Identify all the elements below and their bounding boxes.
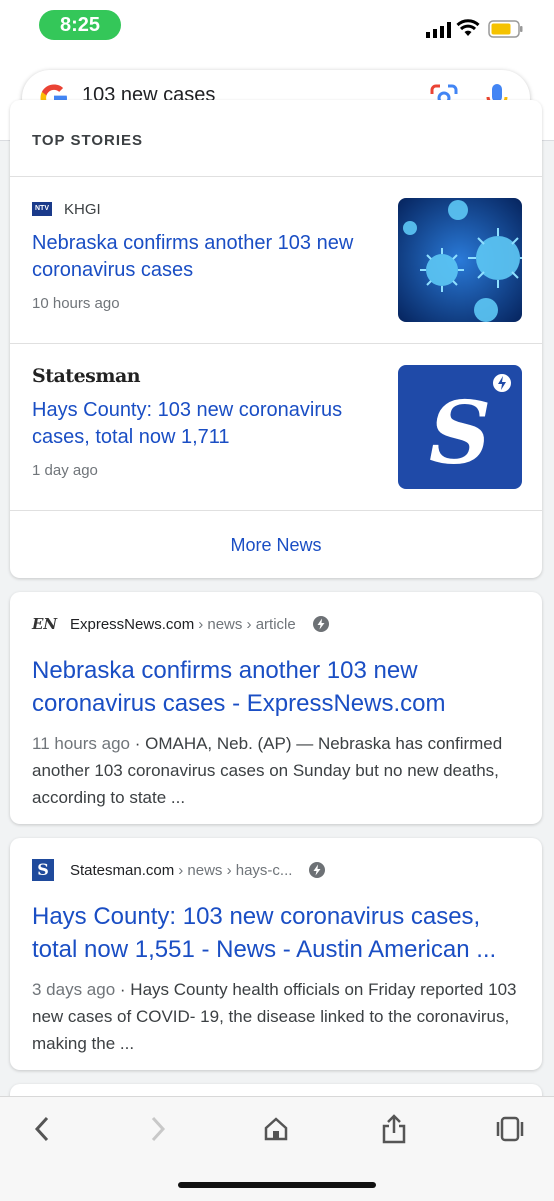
story-time: 10 hours ago xyxy=(32,295,120,312)
top-story-item[interactable]: Statesman Hays County: 103 new coronavir… xyxy=(10,343,542,510)
more-news-button[interactable]: More News xyxy=(10,510,542,578)
share-icon xyxy=(382,1114,406,1144)
result-date: 11 hours ago xyxy=(32,734,130,753)
amp-icon xyxy=(309,862,326,878)
back-button[interactable] xyxy=(22,1111,62,1147)
result-title[interactable]: Hays County: 103 new coronavirus cases, … xyxy=(32,900,532,966)
chevron-right-icon xyxy=(151,1116,166,1142)
result-source: S Statesman.com › news › hays-c... xyxy=(32,859,326,881)
home-button[interactable] xyxy=(256,1111,296,1147)
story-source-name: KHGI xyxy=(64,200,101,218)
story-source: Statesman xyxy=(32,365,141,387)
forward-button[interactable] xyxy=(138,1111,178,1147)
result-path: › news › article xyxy=(198,615,296,633)
statesman-logo-icon: S xyxy=(32,859,54,881)
result-site: ExpressNews.com xyxy=(70,615,195,633)
expressnews-logo-icon: EN xyxy=(32,615,58,633)
cellular-signal-icon xyxy=(426,22,451,38)
status-bar: 8:25 xyxy=(0,0,554,56)
story-title[interactable]: Hays County: 103 new coronavirus cases, … xyxy=(32,397,372,451)
wifi-icon xyxy=(456,19,480,36)
story-title[interactable]: Nebraska confirms another 103 new corona… xyxy=(32,230,372,284)
result-date: 3 days ago xyxy=(32,980,116,999)
statesman-thumbnail[interactable]: S xyxy=(398,365,522,489)
top-stories-heading: TOP STORIES xyxy=(32,132,144,149)
result-snippet: 3 days ago · Hays County health official… xyxy=(32,976,530,1057)
search-result: S Statesman.com › news › hays-c... Hays … xyxy=(10,838,542,1070)
statesman-s-letter: S xyxy=(429,383,491,484)
home-icon xyxy=(264,1117,288,1141)
story-source: NTV KHGI xyxy=(32,199,101,219)
story-source-name: Statesman xyxy=(32,365,141,387)
result-site: Statesman.com xyxy=(70,861,175,879)
top-story-item[interactable]: NTV KHGI Nebraska confirms another 103 n… xyxy=(10,176,542,343)
home-indicator xyxy=(178,1182,376,1188)
result-title[interactable]: Nebraska confirms another 103 new corona… xyxy=(32,654,532,720)
story-time: 1 day ago xyxy=(32,462,98,479)
status-time: 8:25 xyxy=(39,10,121,40)
amp-icon xyxy=(312,616,329,632)
result-snippet: 11 hours ago · OMAHA, Neb. (AP) — Nebras… xyxy=(32,730,530,811)
result-source: EN ExpressNews.com › news › article xyxy=(32,614,330,634)
result-path: › news › hays-c... xyxy=(178,861,293,879)
top-stories-card: TOP STORIES NTV KHGI Nebraska confirms a… xyxy=(10,100,542,578)
coronavirus-thumbnail[interactable] xyxy=(398,198,522,322)
tabs-icon xyxy=(496,1116,524,1142)
ntv-logo-icon: NTV xyxy=(32,202,52,216)
chevron-left-icon xyxy=(34,1116,49,1142)
share-button[interactable] xyxy=(374,1111,414,1147)
battery-icon xyxy=(488,20,523,38)
tabs-button[interactable] xyxy=(490,1111,530,1147)
search-result: EN ExpressNews.com › news › article Nebr… xyxy=(10,592,542,824)
